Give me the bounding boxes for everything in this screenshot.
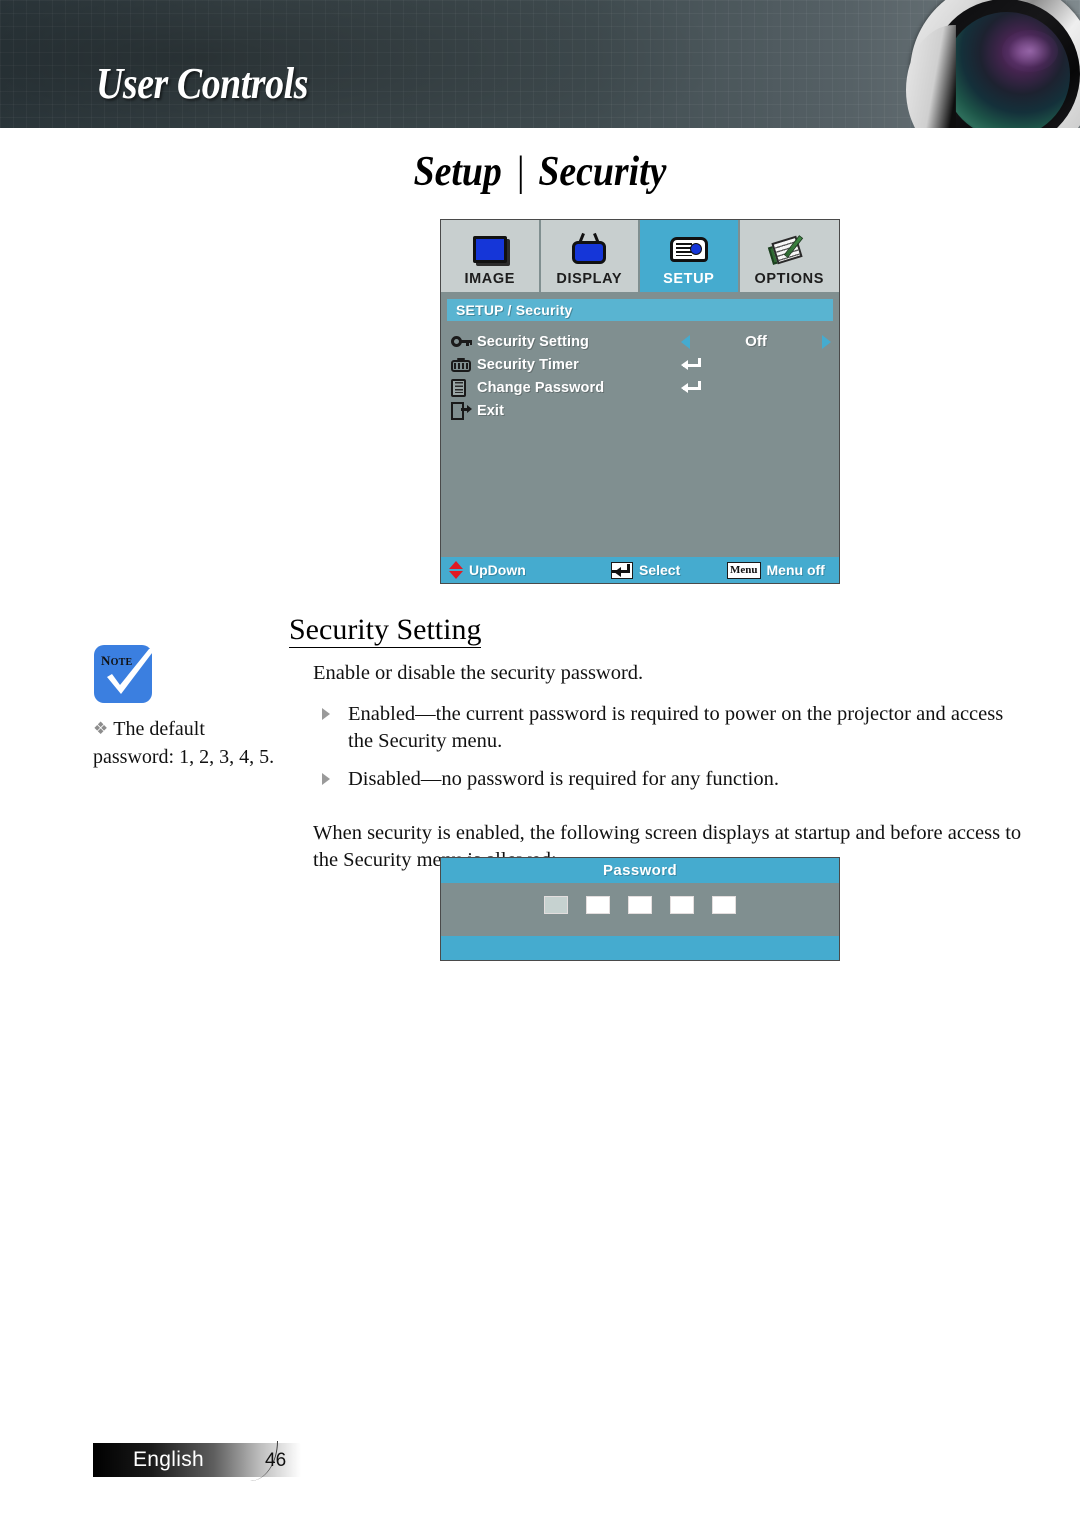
chevron-left-icon[interactable] <box>681 334 690 349</box>
footer-page-number: 46 <box>265 1450 287 1471</box>
section-heading: Security Setting <box>289 613 482 648</box>
osd-hint-updown-label: UpDown <box>469 562 526 578</box>
chevron-right-icon[interactable] <box>822 334 831 349</box>
osd-row-exit-label: Exit <box>477 402 504 419</box>
osd-row-security-setting[interactable]: Security Setting Off <box>451 330 833 353</box>
bullet-text: Disabled—no password is required for any… <box>348 768 779 791</box>
osd-breadcrumb: SETUP / Security <box>447 299 833 321</box>
menu-key-label: Menu <box>730 563 758 576</box>
projector-lens-icon <box>886 0 1080 128</box>
osd-tab-setup-label: SETUP <box>663 270 715 287</box>
osd-hint-menu-off: Menu Menu off <box>727 561 825 579</box>
password-digit-box[interactable] <box>670 896 694 914</box>
osd-tab-options[interactable]: OPTIONS <box>739 220 839 294</box>
options-notes-icon <box>768 230 808 270</box>
osd-hint-select: Select <box>611 561 727 579</box>
osd-tab-display[interactable]: DISPLAY <box>540 220 640 294</box>
osd-row-change-password-label: Change Password <box>477 379 605 396</box>
osd-row-security-setting-label: Security Setting <box>477 333 589 350</box>
osd-row-exit[interactable]: Exit <box>451 399 833 422</box>
password-digit-box[interactable] <box>628 896 652 914</box>
page-title-right: Security <box>538 149 667 195</box>
osd-row-security-setting-control[interactable]: Off <box>681 330 831 353</box>
triangle-bullet-icon <box>322 773 330 786</box>
osd-tab-setup[interactable]: SETUP <box>640 220 740 294</box>
osd-tab-image-label: IMAGE <box>464 270 516 287</box>
list-item: Enabled—the current password is required… <box>313 701 1028 755</box>
page-title-left: Setup <box>413 149 502 195</box>
osd-hint-menu-off-label: Menu off <box>766 562 825 578</box>
password-dialog-title: Password <box>441 858 839 883</box>
password-dialog: Password <box>440 857 840 961</box>
osd-menu: IMAGE DISPLAY SETUP OPTIONS SETUP / Secu… <box>440 219 840 584</box>
key-icon <box>451 335 477 348</box>
note-check-glyph <box>107 649 155 694</box>
page-title-separator: | <box>514 149 526 195</box>
page-footer: English 46 <box>93 1441 301 1481</box>
osd-hint-select-label: Select <box>639 562 681 578</box>
diamond-bullet-icon: ❖ <box>93 719 109 738</box>
osd-tab-bar: IMAGE DISPLAY SETUP OPTIONS <box>441 220 839 294</box>
display-tv-icon <box>572 230 607 270</box>
osd-tab-image[interactable]: IMAGE <box>441 220 541 294</box>
list-item: Disabled—no password is required for any… <box>313 766 1028 793</box>
section-bullet-list: Enabled—the current password is required… <box>313 701 1028 793</box>
bullet-text: Enabled—the current password is required… <box>348 703 1004 753</box>
enter-key-icon <box>611 561 633 579</box>
triangle-bullet-icon <box>322 708 330 721</box>
enter-arrow-icon[interactable] <box>681 357 701 372</box>
enter-arrow-icon[interactable] <box>681 380 701 395</box>
footer-language: English <box>133 1448 204 1471</box>
page-header-banner: User Controls <box>0 0 1080 128</box>
image-monitor-icon <box>472 230 507 270</box>
exit-door-icon <box>451 401 477 420</box>
osd-row-security-setting-value: Off <box>745 333 767 350</box>
password-icon <box>451 378 477 397</box>
osd-status-bar: UpDown Select Menu Menu off <box>441 557 839 583</box>
lens-glass <box>944 12 1070 128</box>
osd-tab-display-label: DISPLAY <box>556 270 623 287</box>
banner-title: User Controls <box>96 59 309 108</box>
section-body: Enable or disable the security password.… <box>313 660 1028 888</box>
osd-row-change-password[interactable]: Change Password <box>451 376 833 399</box>
note-checkmark-icon: NOTE <box>94 645 155 703</box>
password-digit-box[interactable] <box>712 896 736 914</box>
password-digit-box[interactable] <box>544 896 568 914</box>
updown-arrows-icon <box>449 561 463 579</box>
osd-row-change-password-control[interactable] <box>681 376 831 399</box>
timer-icon <box>451 357 477 372</box>
osd-menu-rows: Security Setting Off Security Timer Chan… <box>441 321 839 422</box>
page-title: Setup | Security <box>54 148 1026 196</box>
osd-breadcrumb-text: SETUP / Security <box>456 302 573 318</box>
osd-row-security-timer-control[interactable] <box>681 353 831 376</box>
lens-glint <box>1002 30 1058 72</box>
setup-projector-icon <box>669 230 708 270</box>
section-intro: Enable or disable the security password. <box>313 662 644 684</box>
osd-hint-updown: UpDown <box>449 561 611 579</box>
note-text: ❖ The default password: 1, 2, 3, 4, 5. <box>93 716 283 771</box>
menu-key-icon: Menu <box>727 561 761 579</box>
osd-row-security-timer[interactable]: Security Timer <box>451 353 833 376</box>
password-digit-box[interactable] <box>586 896 610 914</box>
password-input-boxes[interactable] <box>441 896 839 914</box>
osd-row-security-timer-label: Security Timer <box>477 356 579 373</box>
note-text-body: The default password: 1, 2, 3, 4, 5. <box>93 718 275 768</box>
password-dialog-footer <box>441 936 839 960</box>
osd-tab-options-label: OPTIONS <box>754 270 824 287</box>
